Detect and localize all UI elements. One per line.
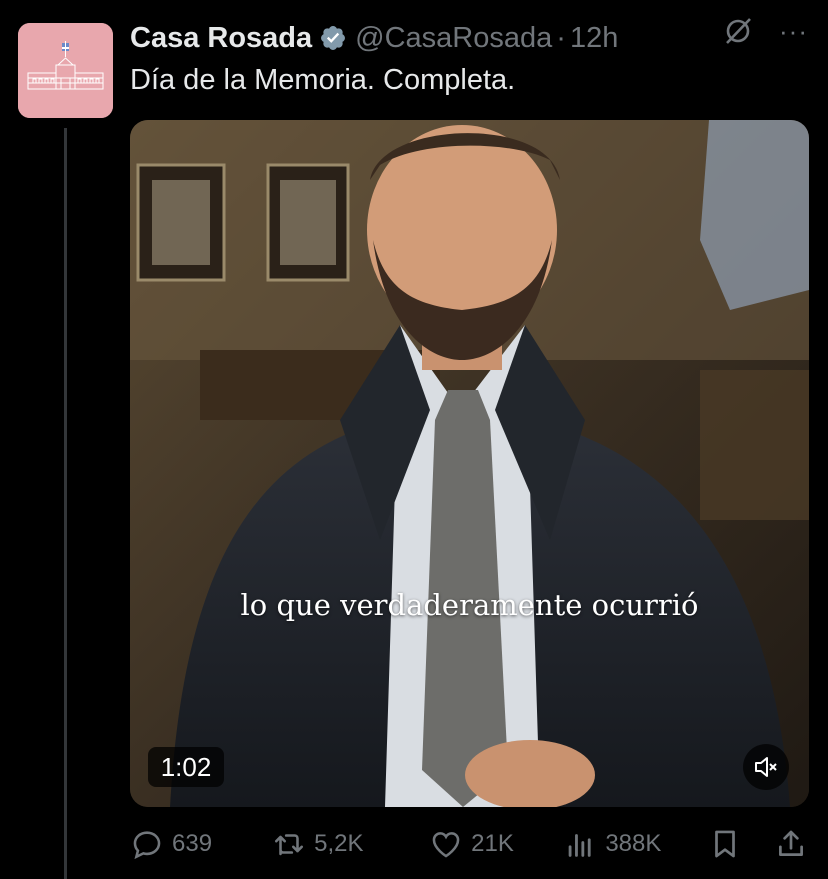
video-caption: lo que verdaderamente ocurrió [240,588,699,622]
video-player[interactable]: lo que verdaderamente ocurrió 1:02 [130,120,809,807]
speaker-muted-icon [755,757,777,777]
share-button[interactable] [774,827,808,861]
tweet-text: Día de la Memoria. Completa. [130,64,516,96]
tweet-time[interactable]: 12h [570,22,618,55]
views-chart-icon [568,834,591,857]
thread-line [64,128,67,879]
reply-count: 639 [172,830,213,857]
bookmark-button[interactable] [708,827,774,861]
like-button[interactable]: 21K [429,827,563,861]
more-dots-icon[interactable]: ··· [779,18,808,44]
header-actions: ··· [723,16,808,46]
author-handle[interactable]: @CasaRosada [355,22,552,55]
reply-icon [133,831,161,860]
retweet-button[interactable]: 5,2K [272,827,429,861]
heart-icon [432,832,460,858]
views-button[interactable]: 388K [563,827,708,861]
verified-badge-icon [321,26,346,50]
author-name[interactable]: Casa Rosada [130,22,312,55]
casa-rosada-logo [18,23,113,118]
retweet-count: 5,2K [314,830,364,857]
video-duration: 1:02 [148,747,224,787]
tweet-header: Casa Rosada @CasaRosada · 12h [130,18,808,58]
mute-button[interactable] [743,744,789,790]
grok-slash-icon[interactable] [723,16,753,46]
tweet-actions: 639 5,2K 21K 388K [130,822,808,866]
video-frame [130,120,809,807]
views-count: 388K [605,830,662,857]
bookmark-icon [715,830,736,858]
like-count: 21K [471,830,514,857]
avatar[interactable] [18,23,113,118]
separator-dot: · [556,21,566,54]
share-icon [779,830,803,856]
reply-button[interactable]: 639 [130,827,272,861]
retweet-icon [275,834,304,856]
